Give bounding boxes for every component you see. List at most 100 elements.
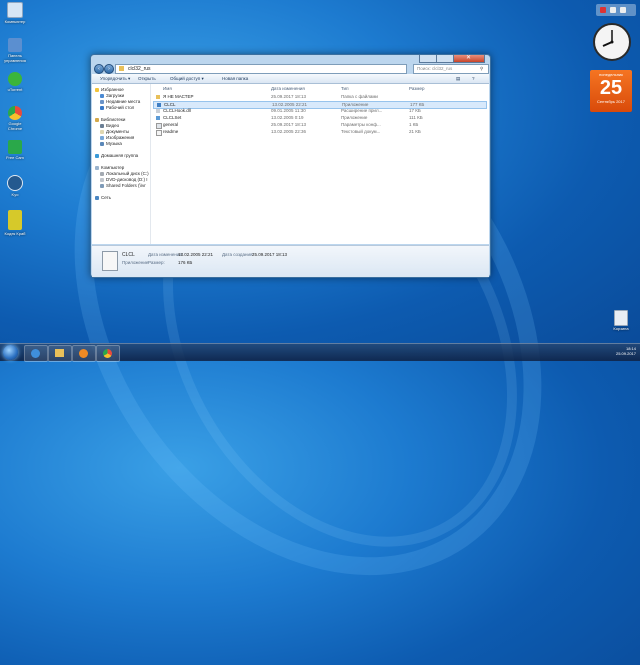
taskbar: 18:14 25.09.2017: [0, 343, 640, 362]
view-icon[interactable]: ▤: [456, 76, 460, 82]
nav-video[interactable]: Видео: [100, 123, 119, 128]
computer-icon: [95, 166, 99, 170]
organize-button[interactable]: Упорядочить ▾: [100, 76, 130, 82]
file-row[interactable]: CLCLHook.dll 09.01.2005 11:30 Расширение…: [153, 108, 487, 114]
address-bar[interactable]: clcl32_rus: [115, 64, 407, 74]
network-drive-icon: [100, 184, 104, 188]
file-row[interactable]: general 25.09.2017 18:13 Параметры конф.…: [153, 122, 487, 129]
nav-libraries[interactable]: Библиотеки: [95, 117, 125, 122]
application-icon: [102, 251, 118, 271]
chrome-icon: [103, 349, 112, 358]
calendar-month: Сентябрь 2017: [597, 99, 625, 104]
column-size[interactable]: Размер: [409, 86, 424, 91]
details-file-name: CLCL: [122, 252, 135, 258]
column-date[interactable]: Дата изменения: [271, 86, 305, 91]
desktop-icon-computer[interactable]: Компьютер: [2, 2, 28, 24]
calendar-day: 25: [599, 77, 623, 99]
desktop-icon: [100, 106, 104, 110]
tray-date: 25.09.2017: [615, 351, 636, 356]
computer-icon: [7, 2, 23, 18]
nav-music[interactable]: Музыка: [100, 141, 122, 146]
desktop-icon-control-panel[interactable]: Панель управления: [2, 38, 28, 63]
command-bar: Упорядочить ▾ Открыть Общий доступ ▾ Нов…: [92, 74, 489, 84]
desktop-icon-recycle-bin[interactable]: Корзина: [610, 310, 632, 331]
control-panel-icon: [8, 38, 22, 52]
minimize-button[interactable]: [419, 55, 437, 63]
homegroup-icon: [95, 154, 99, 158]
taskbar-chrome[interactable]: [96, 345, 120, 362]
column-type[interactable]: Тип: [341, 86, 349, 91]
settings-icon[interactable]: [620, 7, 626, 13]
nav-dvd[interactable]: DVD-дисковод (D:) I: [100, 177, 148, 182]
content-area: Избранное Загрузки Недавние места Рабочи…: [92, 84, 489, 244]
address-text: clcl32_rus: [128, 66, 151, 72]
recent-places-icon: [100, 100, 104, 104]
desktop-icon-chrome[interactable]: Google Chrome: [2, 106, 28, 131]
text-file-icon: [156, 130, 162, 136]
close-icon: ✕: [466, 55, 472, 61]
music-icon: [100, 142, 104, 146]
file-row[interactable]: CLCLSet 13.02.2005 0:19 Приложение 111 К…: [153, 115, 487, 121]
nav-computer[interactable]: Компьютер: [95, 165, 124, 170]
desktop-icon-kyo[interactable]: Kyo: [2, 175, 28, 197]
share-button[interactable]: Общий доступ ▾: [170, 76, 204, 82]
nav-images[interactable]: Изображения: [100, 135, 134, 140]
nav-favorites[interactable]: Избранное: [95, 87, 124, 92]
desktop-icon-freecam[interactable]: Free Cam: [2, 140, 28, 160]
utorrent-icon: [8, 72, 22, 86]
start-button[interactable]: [3, 345, 18, 360]
kyo-icon: [7, 175, 23, 191]
folder-icon: [55, 349, 64, 357]
nav-homegroup[interactable]: Домашняя группа: [95, 153, 138, 158]
application-icon: [156, 116, 160, 120]
minimize-icon[interactable]: [610, 7, 616, 13]
nav-recent[interactable]: Недавние места: [100, 99, 140, 104]
images-icon: [100, 136, 104, 140]
dll-file-icon: [156, 109, 160, 113]
desktop-icon-codec[interactable]: Кодек Краб: [2, 210, 28, 236]
column-name[interactable]: Имя: [163, 86, 172, 91]
clock-face-icon: [593, 23, 631, 61]
downloads-icon: [100, 94, 104, 98]
file-row[interactable]: Я НЕ МАСТЕР 25.09.2017 18:13 Папка с фай…: [153, 94, 487, 100]
system-tray[interactable]: 18:14 25.09.2017: [616, 346, 636, 356]
application-icon: [157, 103, 161, 107]
nav-documents[interactable]: Документы: [100, 129, 129, 134]
search-placeholder: Поиск: clcl32_rus: [417, 66, 453, 71]
search-input[interactable]: Поиск: clcl32_rus ⚲: [413, 64, 489, 74]
details-created-label: Дата создания:: [222, 252, 254, 257]
file-row[interactable]: readme 13.02.2005 22:36 Текстовый докум.…: [153, 129, 487, 136]
desktop-icon-utorrent[interactable]: uTorrent: [2, 72, 28, 92]
internet-explorer-icon: [31, 349, 40, 358]
file-list: Имя Дата изменения Тип Размер Я НЕ МАСТЕ…: [151, 84, 489, 244]
forward-button[interactable]: ›: [104, 64, 114, 74]
taskbar-ie[interactable]: [24, 345, 48, 362]
taskbar-media[interactable]: [72, 345, 96, 362]
taskbar-explorer[interactable]: [48, 345, 72, 362]
new-folder-button[interactable]: Новая папка: [222, 76, 248, 81]
nav-desktop[interactable]: Рабочий стол: [100, 105, 134, 110]
help-icon[interactable]: ?: [472, 76, 475, 81]
details-size-label: Размер:: [148, 260, 165, 265]
documents-icon: [100, 130, 104, 134]
clock-gadget[interactable]: [592, 22, 632, 62]
libraries-icon: [95, 118, 99, 122]
media-player-icon: [79, 349, 88, 358]
nav-shared-folders[interactable]: Shared Folders (\\vr: [100, 183, 146, 188]
window-titlebar[interactable]: ✕: [91, 55, 490, 63]
video-icon: [100, 124, 104, 128]
nav-local-disk[interactable]: Локальный диск (C:): [100, 171, 149, 176]
folder-icon: [119, 66, 124, 71]
details-pane: CLCL Приложение Дата изменения: 13.02.20…: [92, 245, 489, 277]
network-icon: [95, 196, 99, 200]
open-button[interactable]: Открыть: [138, 76, 156, 81]
close-button[interactable]: ✕: [453, 55, 485, 63]
details-size-value: 176 КБ: [178, 260, 193, 265]
close-icon[interactable]: [600, 7, 606, 13]
nav-downloads[interactable]: Загрузки: [100, 93, 124, 98]
explorer-window[interactable]: ✕ ‹ › clcl32_rus Поиск: clcl32_rus ⚲ Упо…: [90, 54, 491, 278]
calendar-gadget[interactable]: понедельник 25 Сентябрь 2017: [590, 70, 632, 112]
back-button[interactable]: ‹: [94, 64, 104, 74]
maximize-button[interactable]: [436, 55, 454, 63]
nav-network[interactable]: Сеть: [95, 195, 111, 200]
